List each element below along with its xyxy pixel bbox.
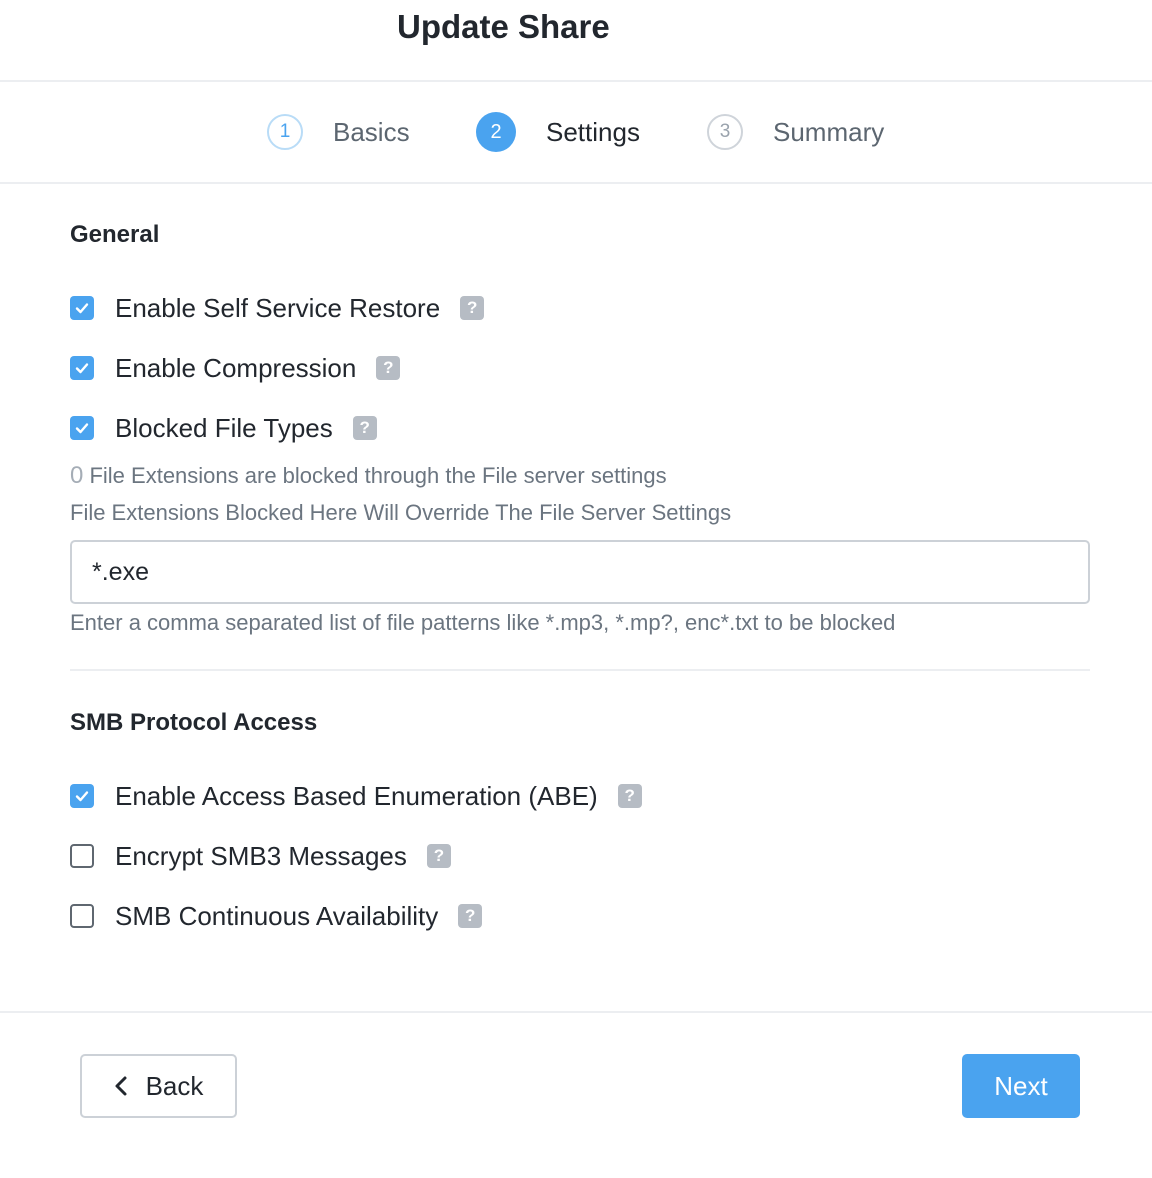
wizard-stepper: 1 Basics 2 Settings 3 Summary (0, 82, 1152, 184)
dialog-header: Update Share (0, 0, 1152, 82)
option-label: SMB Continuous Availability (115, 900, 439, 931)
blocked-input-hint: Enter a comma separated list of file pat… (70, 610, 896, 635)
option-label: Enable Access Based Enumeration (ABE) (115, 780, 598, 811)
step-summary[interactable]: 3 Summary (707, 82, 884, 182)
option-enable-compression[interactable]: Enable Compression ? (70, 352, 401, 383)
checkbox-unchecked[interactable] (70, 844, 94, 868)
footer-divider (0, 1011, 1152, 1013)
option-self-service-restore[interactable]: Enable Self Service Restore ? (70, 292, 485, 323)
option-continuous-availability[interactable]: SMB Continuous Availability ? (70, 900, 483, 931)
blocked-count-info: 0 File Extensions are blocked through th… (70, 462, 667, 490)
blocked-file-types-input[interactable] (70, 540, 1090, 604)
option-label: Enable Compression (115, 352, 357, 383)
section-divider (70, 669, 1090, 671)
checkbox-checked[interactable] (70, 784, 94, 808)
checkmark-icon (75, 303, 89, 314)
help-icon[interactable]: ? (426, 844, 451, 868)
back-button[interactable]: Back (80, 1054, 237, 1118)
smb-section-heading: SMB Protocol Access (70, 709, 318, 736)
chevron-left-icon (114, 1075, 128, 1097)
option-abe[interactable]: Enable Access Based Enumeration (ABE) ? (70, 781, 642, 811)
help-icon[interactable]: ? (460, 296, 485, 320)
dialog-title: Update Share (397, 8, 610, 45)
blocked-count-text: File Extensions are blocked through the … (83, 463, 667, 488)
step-label: Summary (773, 116, 885, 147)
step-basics[interactable]: 1 Basics (267, 82, 410, 182)
checkmark-icon (75, 423, 89, 434)
option-blocked-file-types[interactable]: Blocked File Types ? (70, 413, 377, 443)
help-icon[interactable]: ? (376, 356, 401, 380)
help-icon[interactable]: ? (458, 904, 483, 928)
option-label: Enable Self Service Restore (115, 292, 441, 323)
step-number-badge: 2 (476, 112, 516, 152)
option-encrypt-smb3[interactable]: Encrypt SMB3 Messages ? (70, 841, 451, 871)
option-label: Encrypt SMB3 Messages (115, 840, 407, 871)
blocked-count: 0 (70, 462, 84, 489)
next-button-label: Next (994, 1070, 1048, 1101)
help-icon[interactable]: ? (617, 784, 642, 808)
back-button-label: Back (145, 1070, 204, 1101)
step-settings[interactable]: 2 Settings (476, 82, 640, 182)
help-icon[interactable]: ? (352, 416, 377, 440)
step-label: Basics (333, 116, 410, 147)
general-section-heading: General (70, 221, 160, 248)
checkmark-icon (75, 363, 89, 374)
checkbox-checked[interactable] (70, 416, 94, 440)
step-label: Settings (546, 116, 640, 147)
step-number-badge: 1 (267, 114, 303, 150)
checkbox-checked[interactable] (70, 356, 94, 380)
checkbox-unchecked[interactable] (70, 904, 94, 928)
option-label: Blocked File Types (115, 412, 333, 443)
override-note: File Extensions Blocked Here Will Overri… (70, 500, 732, 525)
update-share-dialog: Update Share 1 Basics 2 Settings 3 Summa… (0, 0, 1152, 1178)
step-number-badge: 3 (707, 114, 743, 150)
checkmark-icon (75, 791, 89, 802)
next-button[interactable]: Next (962, 1054, 1080, 1118)
checkbox-checked[interactable] (70, 296, 94, 320)
